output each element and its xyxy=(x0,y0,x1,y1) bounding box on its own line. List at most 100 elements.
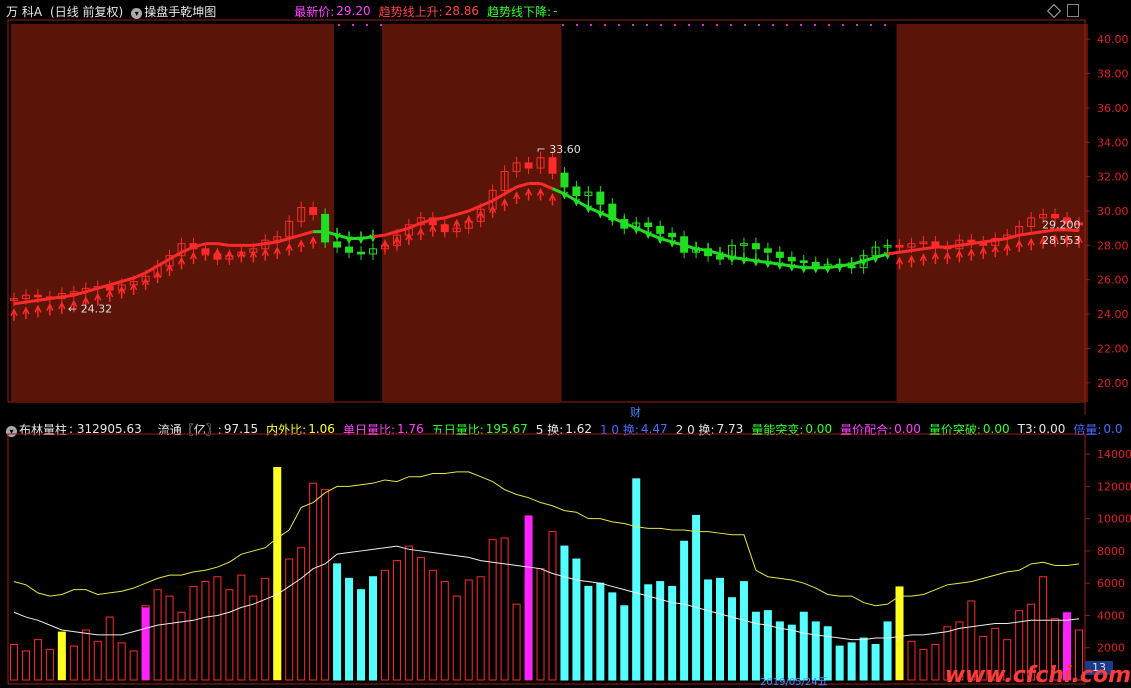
volume-bar xyxy=(21,650,30,681)
volume-bar xyxy=(464,579,473,681)
trend-line-segment xyxy=(923,245,936,251)
candle-body xyxy=(596,191,605,205)
down-arrow-icon xyxy=(728,250,736,264)
top-dot xyxy=(338,24,340,26)
volume-bar xyxy=(727,597,736,681)
volume-bar xyxy=(333,563,342,681)
volume-bar xyxy=(596,582,605,681)
volume-bar xyxy=(285,558,294,681)
down-arrow-icon xyxy=(776,257,784,270)
volume-bar xyxy=(225,589,234,681)
top-dot xyxy=(800,24,802,26)
trend-line-segment xyxy=(49,295,63,301)
top-dot xyxy=(744,24,746,26)
trend-line-segment xyxy=(265,240,278,246)
top-dot xyxy=(632,24,634,26)
trend-line-segment xyxy=(253,242,266,247)
volume-bar xyxy=(81,629,90,681)
candle-body xyxy=(775,251,784,258)
price-tick-label: 22.00 xyxy=(1097,342,1129,355)
top-dot xyxy=(842,24,844,26)
volume-bar xyxy=(368,576,377,681)
highlight-volume-bar xyxy=(141,607,150,680)
price-tick-label: 40.00 xyxy=(1097,33,1129,46)
price-panel: 万 科A (日线 前复权) ▾ 操盘手乾坤图 最新价: 29.20 趋势线上升: … xyxy=(0,0,1131,419)
candle-body xyxy=(357,251,366,255)
volume-bar xyxy=(847,642,856,681)
volume-bar xyxy=(919,648,928,681)
candle-body xyxy=(309,207,318,215)
volume-bar xyxy=(201,581,210,681)
candle-body xyxy=(967,239,976,243)
right-price-label-1: 29.200 xyxy=(1042,219,1081,232)
volume-bar xyxy=(871,644,880,681)
highlight-volume-bar xyxy=(524,515,533,680)
volume-bar xyxy=(668,585,677,681)
volume-bar xyxy=(33,639,42,681)
top-dot xyxy=(688,24,690,26)
volume-bar xyxy=(811,621,820,681)
candle-body xyxy=(895,244,904,248)
top-dot xyxy=(828,24,830,26)
volume-bar xyxy=(787,624,796,681)
top-dot xyxy=(380,24,382,26)
volume-bar xyxy=(739,581,748,681)
candle-body xyxy=(33,294,42,298)
volume-bar xyxy=(620,605,629,681)
price-tick-label: 26.00 xyxy=(1097,274,1129,287)
volume-bar xyxy=(309,482,318,681)
volume-bar xyxy=(69,645,78,681)
top-dot xyxy=(618,24,620,26)
top-dot xyxy=(646,24,648,26)
volume-bar xyxy=(476,576,485,681)
down-arrow-icon xyxy=(752,253,760,267)
volume-bar xyxy=(763,610,772,681)
price-chart[interactable]: 40.00 38.00 36.00 34.00 32.00 30.00 28.00 26.00… xyxy=(0,0,1131,418)
volume-bar xyxy=(608,592,617,681)
volume-bar xyxy=(560,545,569,681)
top-dot xyxy=(660,24,662,26)
price-tick-label: 20.00 xyxy=(1097,377,1129,390)
trend-line-segment xyxy=(432,216,445,222)
top-dot xyxy=(730,24,732,26)
trend-line-segment xyxy=(899,249,912,254)
trend-line-segment xyxy=(971,240,984,246)
top-dot xyxy=(856,24,858,26)
volume-tick-label: 12000 xyxy=(1097,480,1131,493)
trend-line-segment xyxy=(372,233,386,239)
volume-bar xyxy=(380,569,389,681)
trend-line-segment xyxy=(959,242,972,247)
volume-bar xyxy=(129,650,138,681)
volume-bar xyxy=(357,589,366,681)
trend-zone xyxy=(381,24,562,402)
highlight-volume-bar xyxy=(57,631,66,680)
trend-line-segment xyxy=(911,247,924,253)
volume-bar xyxy=(105,616,114,681)
highlight-volume-bar xyxy=(895,586,904,680)
top-dot xyxy=(870,24,872,26)
volume-bar xyxy=(440,581,449,681)
highlight-volume-bar xyxy=(632,478,641,680)
volume-bar xyxy=(297,547,306,681)
volume-chart[interactable]: 14000 12000 10000 8000 6000 4000 2000 xyxy=(0,418,1131,688)
top-dot xyxy=(562,24,564,26)
volume-bar xyxy=(345,577,354,681)
volume-bar xyxy=(883,621,892,681)
price-tick-label: 30.00 xyxy=(1097,205,1129,218)
top-dot xyxy=(814,24,816,26)
candle-body xyxy=(751,243,760,250)
candle-body xyxy=(644,222,653,227)
top-dot xyxy=(352,24,354,26)
top-dot xyxy=(702,24,704,26)
trend-line-segment xyxy=(13,300,27,306)
volume-bar xyxy=(213,576,222,681)
top-dot xyxy=(674,24,676,26)
volume-bar xyxy=(117,642,126,681)
highlight-volume-bar xyxy=(273,467,282,680)
volume-bar xyxy=(404,545,413,681)
volume-bar xyxy=(416,556,425,681)
right-price-label-2: 28.553 xyxy=(1042,234,1081,247)
price-tick-label: 38.00 xyxy=(1097,68,1129,81)
volume-bar xyxy=(189,585,198,681)
candle-body xyxy=(560,172,569,188)
